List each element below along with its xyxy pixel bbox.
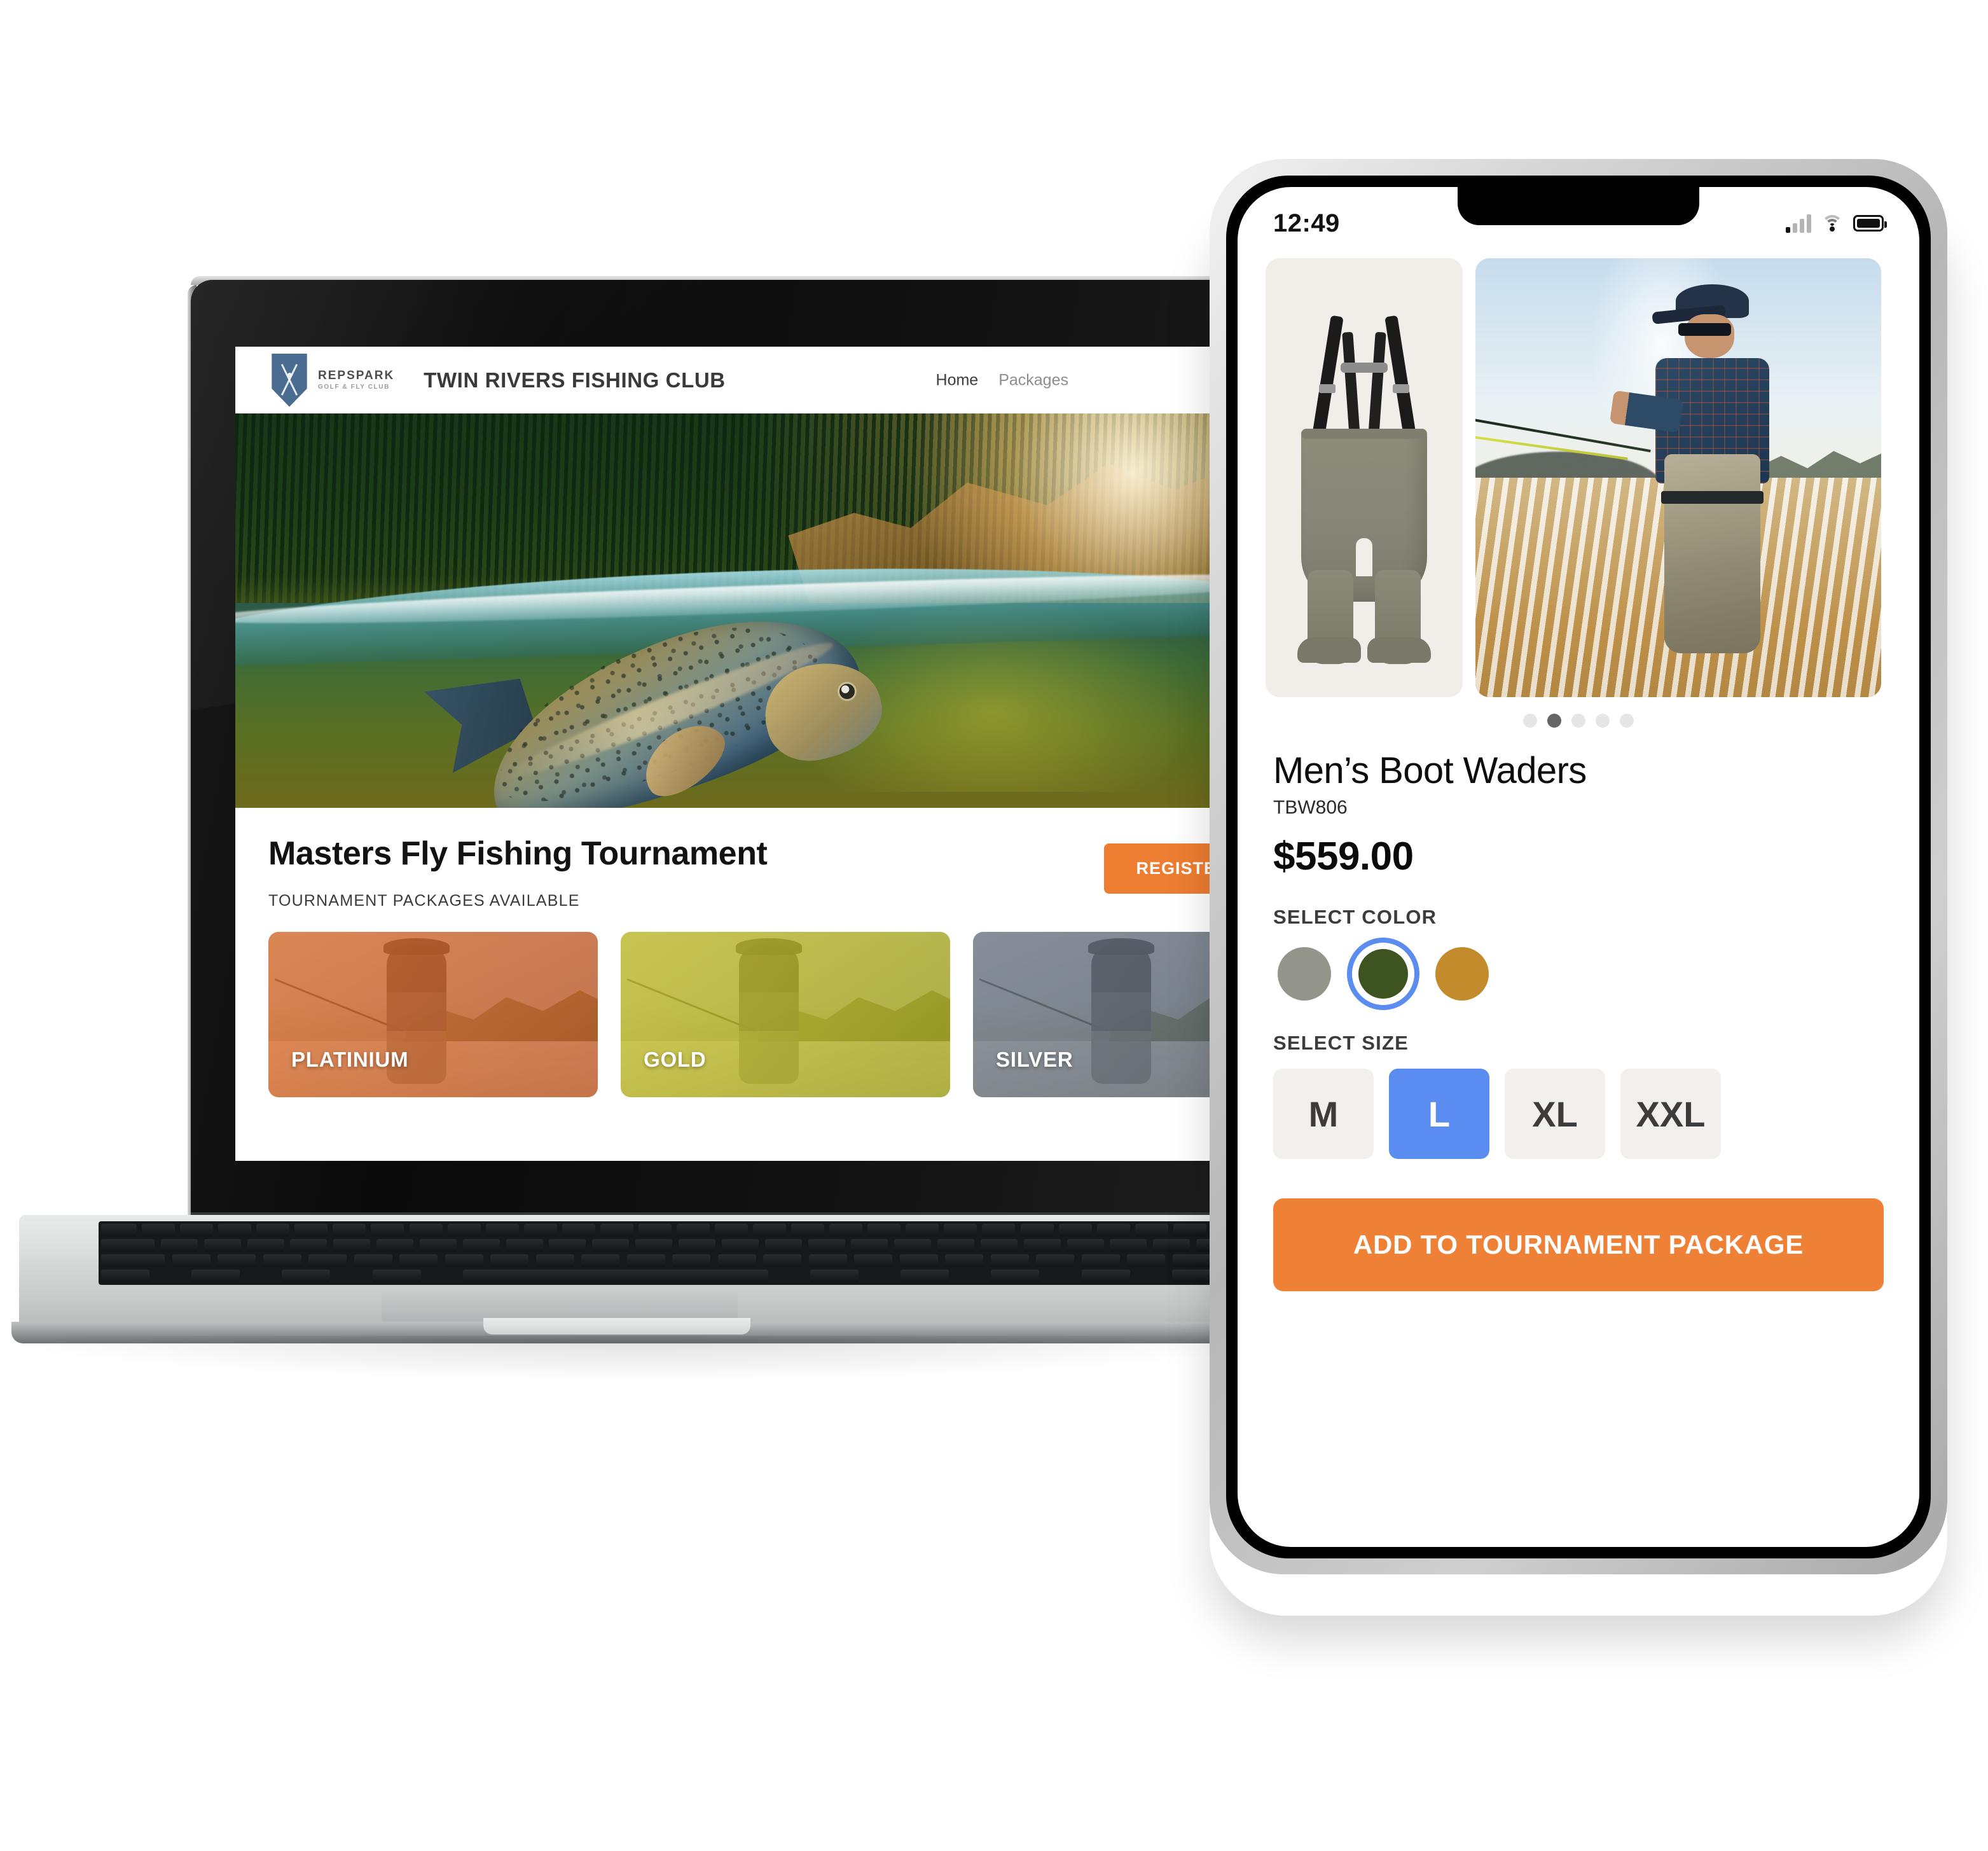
size-button-xl[interactable]: XL	[1505, 1069, 1605, 1159]
package-tint-gold	[621, 932, 950, 1097]
package-card-row: PLATINIUM GOLD SILVER	[268, 932, 1259, 1097]
brand-logo-line1: REPSPARK	[318, 368, 395, 382]
brand-logo-line2: GOLF & FLY CLUB	[318, 383, 390, 391]
size-button-l[interactable]: L	[1389, 1069, 1489, 1159]
product-price: $559.00	[1273, 835, 1414, 878]
package-label-gold: GOLD	[644, 1048, 707, 1071]
waders-illustration	[1297, 315, 1431, 664]
wifi-icon	[1821, 215, 1843, 232]
color-swatch-group	[1273, 943, 1884, 1005]
status-time: 12:49	[1273, 209, 1340, 237]
gallery-dot-5[interactable]	[1620, 714, 1634, 728]
gallery-dot-1[interactable]	[1523, 714, 1537, 728]
site-header: REPSPARK GOLF & FLY CLUB TWIN RIVERS FIS…	[235, 347, 1259, 413]
site-title: TWIN RIVERS FISHING CLUB	[424, 368, 726, 392]
product-info: Men’s Boot Waders TBW806 $559.00 SELECT …	[1238, 728, 1919, 1159]
laptop-browser-viewport: REPSPARK GOLF & FLY CLUB TWIN RIVERS FIS…	[235, 347, 1259, 1161]
battery-full-icon	[1853, 215, 1887, 232]
laptop-mockup: REPSPARK GOLF & FLY CLUB TWIN RIVERS FIS…	[0, 276, 1272, 1457]
size-button-xxl[interactable]: XXL	[1620, 1069, 1721, 1159]
gallery-image-angler[interactable]	[1475, 258, 1881, 697]
product-sku: TBW806	[1273, 797, 1348, 818]
gallery-image-waders[interactable]	[1266, 258, 1463, 697]
color-swatch-sage[interactable]	[1273, 943, 1336, 1005]
hero-image-underwater-trout	[235, 413, 1259, 808]
package-card-gold[interactable]: GOLD	[621, 932, 950, 1097]
phone-notch	[1458, 187, 1699, 225]
cellular-signal-icon	[1786, 214, 1811, 233]
product-gallery	[1238, 246, 1919, 697]
laptop-shadow	[6, 1336, 1272, 1380]
color-swatch-bronze[interactable]	[1431, 943, 1493, 1005]
shield-crossed-rods-icon	[268, 353, 310, 407]
package-card-platinium[interactable]: PLATINIUM	[268, 932, 598, 1097]
add-to-tournament-package-button[interactable]: ADD TO TOURNAMENT PACKAGE	[1273, 1198, 1884, 1291]
laptop-keyboard	[99, 1221, 1262, 1285]
promo-title: Masters Fly Fishing Tournament	[268, 835, 768, 872]
select-color-label: SELECT COLOR	[1273, 906, 1437, 928]
status-icons	[1786, 214, 1887, 233]
nav-link-packages[interactable]: Packages	[998, 371, 1068, 389]
product-title: Men’s Boot Waders	[1273, 750, 1587, 791]
brand-logo-wordmark: REPSPARK GOLF & FLY CLUB	[318, 368, 395, 391]
gallery-dot-4[interactable]	[1596, 714, 1610, 728]
site-nav: Home Packages	[936, 371, 1068, 389]
composite-device-mockup: REPSPARK GOLF & FLY CLUB TWIN RIVERS FIS…	[0, 0, 1988, 1851]
promo-section: Masters Fly Fishing Tournament REGISTER …	[235, 808, 1259, 1097]
laptop-base-notch	[483, 1318, 750, 1335]
angler-illustration	[1609, 284, 1784, 653]
hero-trout	[440, 581, 892, 808]
size-button-m[interactable]: M	[1273, 1069, 1374, 1159]
promo-subtitle: TOURNAMENT PACKAGES AVAILABLE	[268, 892, 580, 910]
color-swatch-olive[interactable]	[1352, 943, 1414, 1005]
select-size-label: SELECT SIZE	[1273, 1032, 1409, 1054]
phone-mockup: 12:49 Men’s Boot Waders TBW806 $559.00 S…	[1193, 159, 1963, 1616]
package-label-silver: SILVER	[996, 1048, 1073, 1071]
gallery-dot-2[interactable]	[1547, 714, 1561, 728]
package-tint-platinium	[268, 932, 598, 1097]
size-button-group: M L XL XXL	[1273, 1069, 1884, 1159]
gallery-pagination-dots[interactable]	[1238, 714, 1919, 728]
nav-link-home[interactable]: Home	[936, 371, 979, 389]
phone-screen: 12:49 Men’s Boot Waders TBW806 $559.00 S…	[1238, 187, 1919, 1547]
gallery-dot-3[interactable]	[1571, 714, 1585, 728]
package-label-platinium: PLATINIUM	[291, 1048, 409, 1071]
